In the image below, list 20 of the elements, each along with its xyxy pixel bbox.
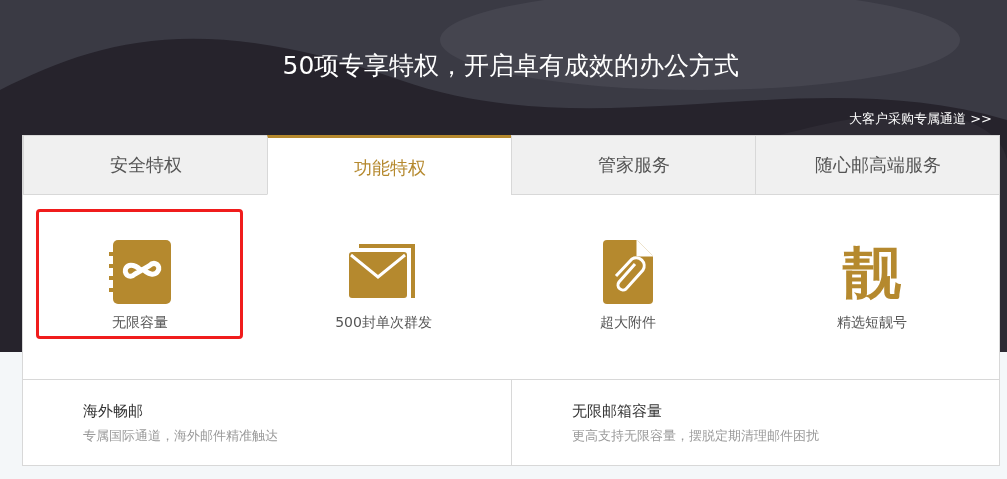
feature-description: 更高支持无限容量，摆脱定期清理邮件困扰 xyxy=(572,427,820,445)
feature-tile[interactable]: 500封单次群发 xyxy=(280,209,487,339)
feature-title: 海外畅邮 xyxy=(83,402,144,421)
feature-label: 500封单次群发 xyxy=(335,314,432,332)
feature-label: 无限容量 xyxy=(111,314,168,332)
feature-description: 专属国际通道，海外邮件精准触达 xyxy=(83,427,279,445)
infinity-notebook-icon xyxy=(108,240,171,304)
feature-label: 超大附件 xyxy=(599,314,656,332)
glyph-icon: 靓 xyxy=(842,240,901,304)
feature-tile[interactable]: 超大附件 xyxy=(524,209,731,339)
tab[interactable]: 安全特权 xyxy=(23,135,267,195)
feature-tile[interactable]: 靓 精选短靓号 xyxy=(768,209,975,339)
hero-title: 50项专享特权，开启卓有成效的办公方式 xyxy=(281,50,741,82)
enterprise-link[interactable]: 大客户采购专属通道 >> xyxy=(849,110,992,135)
tab[interactable]: 随心邮高端服务 xyxy=(755,135,999,195)
feature-tile[interactable]: 无限容量 xyxy=(36,209,243,339)
tab[interactable]: 管家服务 xyxy=(511,135,755,195)
paperclip-document-icon xyxy=(602,240,653,304)
feature-title: 无限邮箱容量 xyxy=(572,402,663,421)
feature-label: 精选短靓号 xyxy=(836,314,907,332)
